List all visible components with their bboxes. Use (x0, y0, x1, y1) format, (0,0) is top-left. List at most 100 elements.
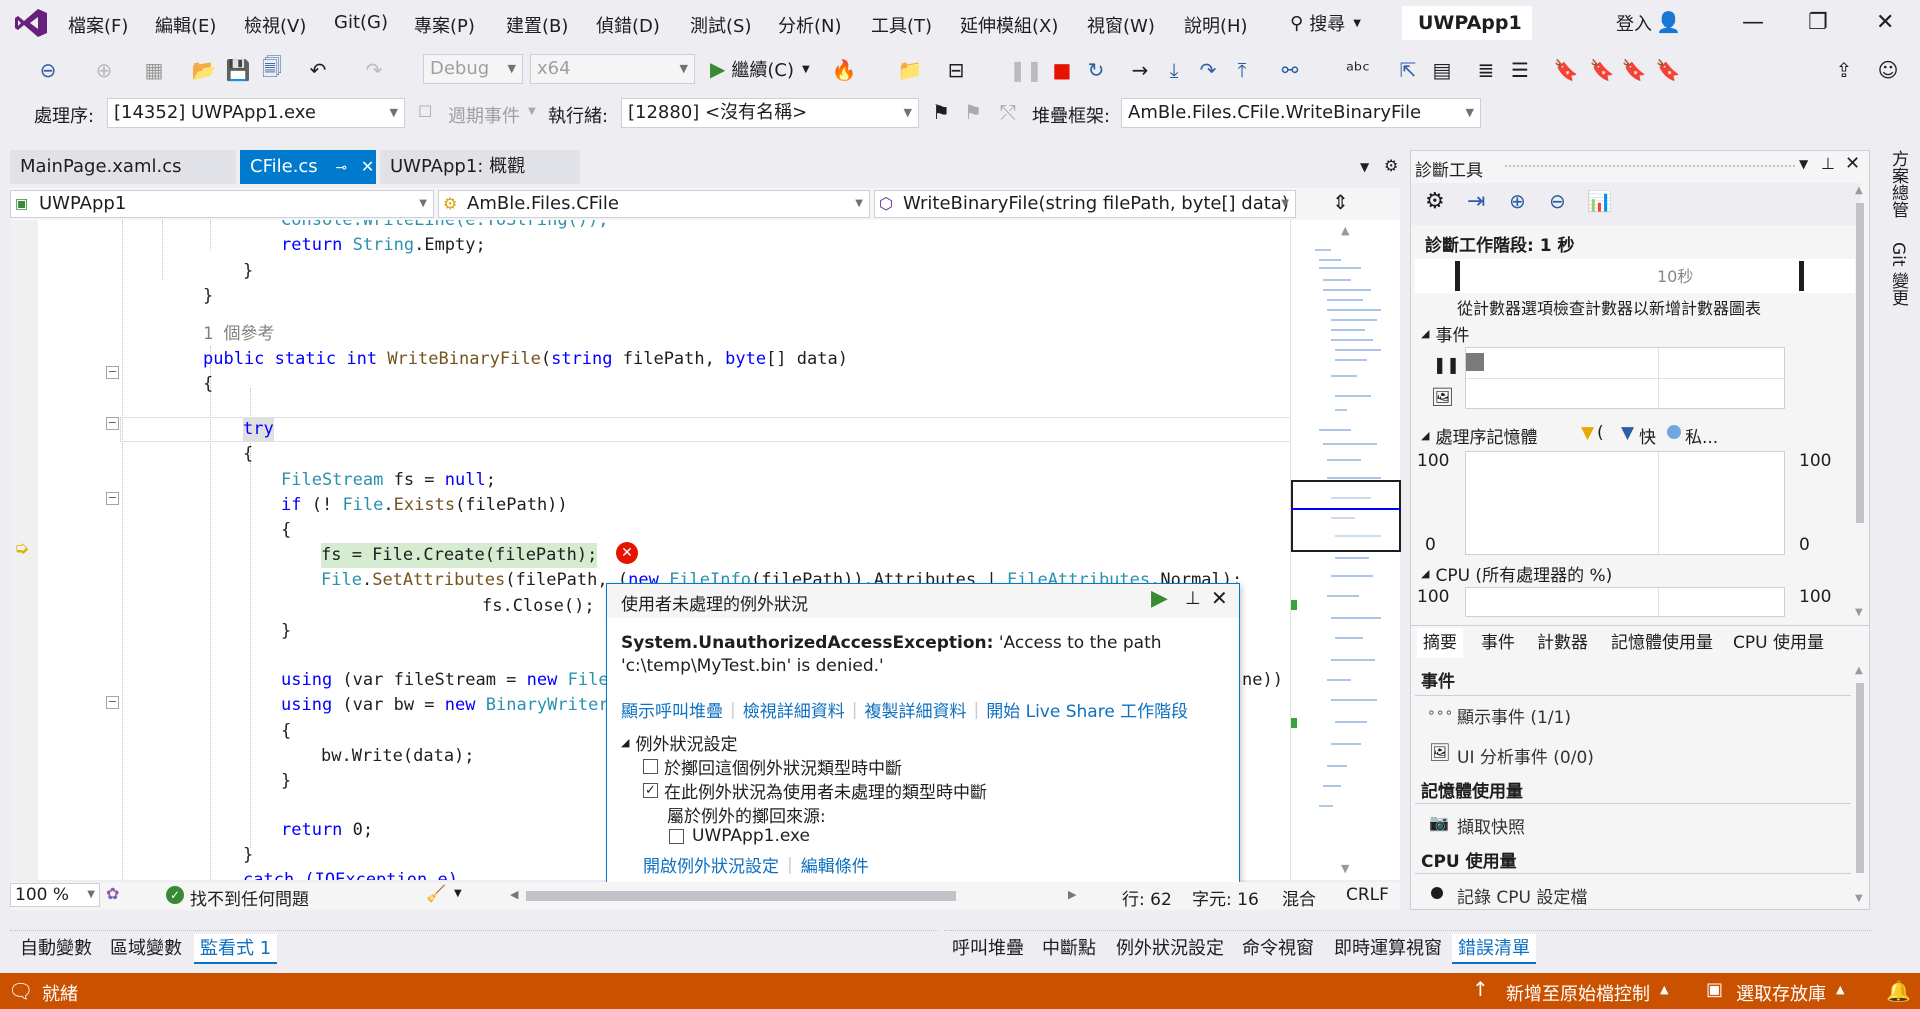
zoom-in-icon[interactable]: ⊕ (1509, 189, 1526, 213)
break-when-unhandled-option[interactable]: ✓ 在此例外狀況為使用者未處理的類型時中斷 (643, 778, 987, 803)
share-icon[interactable]: ⇪ (1830, 56, 1858, 84)
feedback-icon[interactable]: ☺ (1874, 56, 1902, 84)
scrollbar-thumb[interactable] (1856, 203, 1864, 523)
tab-exception-settings[interactable]: 例外狀況設定 (1110, 934, 1230, 964)
spellcheck-icon[interactable]: ᵃᵇᶜ (1344, 56, 1372, 84)
filter-icon[interactable]: ⤲ (1000, 100, 1016, 124)
column-number[interactable]: 字元: 16 (1192, 885, 1259, 910)
flag-threads-icon[interactable]: ⚑ (964, 100, 982, 124)
method-select[interactable]: ⬡ WriteBinaryFile(string filePath, byte[… (874, 190, 1296, 218)
visual-studio-logo-icon[interactable] (14, 8, 48, 38)
scroll-up-icon[interactable]: ▲ (1855, 665, 1863, 676)
chart-icon[interactable]: 📊 (1587, 189, 1612, 213)
app-lifecycle-icon[interactable]: 📁 (896, 56, 924, 84)
exception-error-icon[interactable]: ✕ (616, 542, 638, 564)
cursor-icon[interactable]: ⇱ (1394, 56, 1422, 84)
tab-cpu-usage[interactable]: CPU 使用量 (1733, 628, 1824, 658)
lower-scrollbar[interactable]: ▲ ▼ (1853, 663, 1867, 909)
layout-icon[interactable]: ⊟ (942, 56, 970, 84)
login-link[interactable]: 登入 (1616, 10, 1652, 36)
undo-icon[interactable]: ↶ (304, 56, 332, 84)
tab-autos[interactable]: 自動變數 (14, 934, 98, 964)
menu-debug[interactable]: 偵錯(D) (596, 12, 660, 38)
pin-icon[interactable]: ⊥ (1185, 588, 1201, 609)
code-cleanup-icon[interactable]: 🧹 (426, 884, 446, 903)
tab-command-window[interactable]: 命令視窗 (1236, 934, 1320, 964)
pin-icon[interactable]: ⊸ (335, 160, 347, 176)
take-snapshot-button[interactable]: 擷取快照 (1457, 813, 1525, 838)
close-panel-icon[interactable]: ✕ (1845, 153, 1860, 174)
tab-call-stack[interactable]: 呼叫堆疊 (946, 934, 1030, 964)
output-icon[interactable]: 🗨 (8, 979, 33, 1003)
show-events-link[interactable]: 顯示事件 (1/1) (1457, 703, 1571, 728)
step-into-icon[interactable]: ⤓ (1160, 56, 1188, 84)
close-tab-icon[interactable]: ✕ (361, 157, 374, 176)
document-icon[interactable]: ▤ (1428, 56, 1456, 84)
restore-icon[interactable]: ❐ (1808, 10, 1828, 35)
split-editor-icon[interactable]: ⇕ (1332, 190, 1349, 214)
scroll-up-icon[interactable]: ▲ (1855, 185, 1863, 196)
notifications-bell-icon[interactable]: 🔔 (1886, 979, 1911, 1003)
menu-view[interactable]: 檢視(V) (244, 12, 306, 38)
menu-file[interactable]: 檔案(F) (68, 12, 128, 38)
pin-icon[interactable]: ⊥ (1821, 154, 1835, 173)
redo-icon[interactable]: ↷ (360, 56, 388, 84)
stackframe-select[interactable]: AmBle.Files.CFile.WriteBinaryFile ▼ (1121, 98, 1481, 128)
menu-analyze[interactable]: 分析(N) (778, 12, 842, 38)
scrollbar-thumb[interactable] (1856, 683, 1864, 873)
prev-bookmark-icon[interactable]: 🔖 (1588, 56, 1616, 84)
restart-icon[interactable]: ↻ (1082, 56, 1110, 84)
configuration-select[interactable]: Debug ▼ (423, 54, 523, 84)
tab-cfile-cs[interactable]: CFile.cs ⊸ ✕ (240, 150, 376, 184)
scrollbar-minimap[interactable]: ▲ ▼ (1290, 220, 1401, 880)
gear-icon[interactable]: ⚙ (1384, 156, 1398, 175)
scroll-down-icon[interactable]: ▼ (1855, 893, 1863, 904)
horizontal-scrollbar-thumb[interactable] (526, 891, 956, 901)
ui-analysis-events-link[interactable]: UI 分析事件 (0/0) (1457, 743, 1594, 768)
continue-play-icon[interactable]: ▶ (1151, 586, 1168, 611)
events-timeline[interactable] (1465, 347, 1786, 409)
scroll-down-icon[interactable]: ▼ (1855, 607, 1863, 618)
record-cpu-profile-button[interactable]: 記錄 CPU 設定檔 (1457, 883, 1587, 908)
search-button[interactable]: ⚲ 搜尋 ▼ (1290, 10, 1361, 36)
new-project-icon[interactable]: ▦ (140, 56, 168, 84)
save-all-icon[interactable]: 🗐 (258, 55, 286, 84)
platform-select[interactable]: x64 ▼ (530, 54, 695, 84)
source-module-option[interactable]: UWPApp1.exe (669, 826, 810, 846)
menu-build[interactable]: 建置(B) (506, 12, 568, 38)
thread-select[interactable]: [12880] <沒有名稱> ▼ (621, 98, 919, 128)
timeline-ruler[interactable]: 10秒 (1415, 259, 1855, 293)
scroll-down-icon[interactable]: ▼ (1341, 862, 1349, 875)
settings-gear-icon[interactable]: ⚙ (1425, 189, 1445, 214)
tab-summary[interactable]: 摘要 (1417, 628, 1463, 658)
step-out-icon[interactable]: ⤒ (1228, 56, 1256, 84)
export-icon[interactable]: ⇥ (1467, 189, 1485, 214)
tab-mainpage-xaml-cs[interactable]: MainPage.xaml.cs (10, 150, 236, 184)
cpu-chart[interactable] (1465, 587, 1785, 617)
minimap-viewport[interactable] (1291, 480, 1401, 552)
tab-git-changes[interactable]: Git 變更 (1886, 242, 1911, 306)
scroll-left-icon[interactable]: ◀ (510, 888, 518, 901)
class-select[interactable]: ⚙ AmBle.Files.CFile ▼ (438, 190, 870, 218)
tab-memory-usage[interactable]: 記憶體使用量 (1611, 628, 1713, 658)
menu-edit[interactable]: 編輯(E) (155, 12, 216, 38)
scroll-right-icon[interactable]: ▶ (1068, 888, 1076, 901)
copy-details-link[interactable]: 複製詳細資料 (864, 697, 966, 722)
scroll-up-icon[interactable]: ▲ (1341, 224, 1349, 237)
tab-list-icon[interactable]: ▼ (1360, 160, 1369, 174)
continue-button[interactable]: ▶ 繼續(C) ▼ (710, 56, 810, 82)
break-when-thrown-checkbox[interactable] (643, 759, 658, 774)
tab-immediate-window[interactable]: 即時運算視窗 (1328, 934, 1448, 964)
menu-window[interactable]: 視窗(W) (1087, 12, 1155, 38)
minimize-icon[interactable]: — (1742, 10, 1764, 35)
lifecycle-events-button[interactable]: 週期事件 (448, 102, 520, 128)
process-select[interactable]: [14352] UWPApp1.exe ▼ (107, 98, 405, 128)
line-endings[interactable]: CRLF (1346, 885, 1389, 905)
zoom-select[interactable]: 100 % ▼ (10, 883, 100, 907)
tab-events[interactable]: 事件 (1481, 628, 1515, 658)
select-repository-button[interactable]: 選取存放庫 (1736, 980, 1826, 1006)
menu-tools[interactable]: 工具(T) (871, 12, 932, 38)
tab-error-list[interactable]: 錯誤清單 (1452, 934, 1536, 964)
show-next-statement-icon[interactable]: → (1126, 56, 1154, 84)
menu-help[interactable]: 說明(H) (1184, 12, 1248, 38)
